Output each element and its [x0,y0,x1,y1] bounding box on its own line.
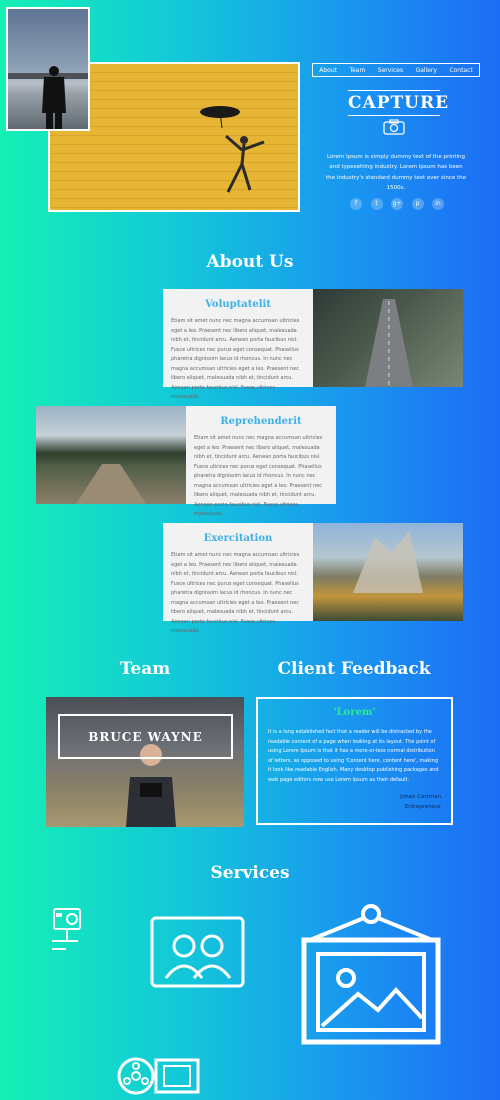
logo-rule-bottom [348,115,440,117]
portrait-frame-icon[interactable] [150,916,245,988]
google-plus-icon[interactable]: g+ [391,198,403,210]
about-section-title: About Us [206,252,294,272]
about-card-1: Voluptatelit Etiam sit amet nunc nec mag… [163,289,313,400]
feedback-section-title: Client Feedback [277,659,431,679]
nav-item-gallery[interactable]: Gallery [416,67,437,74]
nav-item-contact[interactable]: Contact [449,67,472,74]
about-card-2-title: Reprehenderit [220,416,302,427]
feedback-quote-title: 'Lorem' [333,707,376,718]
logo-text: CAPTURE [348,93,450,113]
main-nav: About Team Services Gallery Contact [312,63,480,77]
about-card-1-text: Etiam sit amet nunc nec magna accumsan u… [171,318,300,400]
about-card-1-title: Voluptatelit [205,299,271,310]
site-logo[interactable]: CAPTURE [348,88,450,136]
twitter-icon[interactable]: t [370,198,383,210]
nav-item-services[interactable]: Services [378,67,403,74]
about-card-3: Exercitation Etiam sit amet nunc nec mag… [163,523,313,634]
social-links: f t g+ p in [350,198,444,210]
team-section-title: Team [119,659,171,679]
linkedin-icon[interactable]: in [432,198,444,210]
nav-item-team[interactable]: Team [349,67,365,74]
camera-icon [383,119,405,136]
film-projector-icon[interactable] [116,1052,200,1100]
feedback-card: 'Lorem' It is a long established fact th… [256,697,453,825]
hero-photo-lake [6,7,90,131]
about-photo-valley [313,523,463,621]
about-card-2-text: Etiam sit amet nunc nec magna accumsan u… [194,435,323,517]
hanging-picture-icon[interactable] [300,900,442,1046]
about-photo-lake-pier [36,406,186,504]
services-section-title: Services [210,863,290,883]
intro-text: Lorem Ipsum is simply dummy text of the … [326,154,466,192]
feedback-attribution: Johan Cartman Entrepreneur [268,793,441,813]
about-card-2: Reprehenderit Etiam sit amet nunc nec ma… [186,406,336,517]
facebook-icon[interactable]: f [350,198,362,210]
team-member-name: BRUCE WAYNE [58,714,233,759]
logo-rule-top [348,90,440,91]
about-card-3-title: Exercitation [203,533,273,544]
nav-item-about[interactable]: About [319,67,337,74]
feedback-text: It is a long established fact that a rea… [268,729,439,783]
about-photo-forest-road [313,289,463,387]
feedback-author: Johan Cartman [400,794,441,800]
about-card-3-text: Etiam sit amet nunc nec magna accumsan u… [171,552,300,634]
feedback-role: Entrepreneur [404,803,441,810]
pinterest-icon[interactable]: p [411,198,424,210]
action-camera-icon[interactable] [48,905,88,953]
